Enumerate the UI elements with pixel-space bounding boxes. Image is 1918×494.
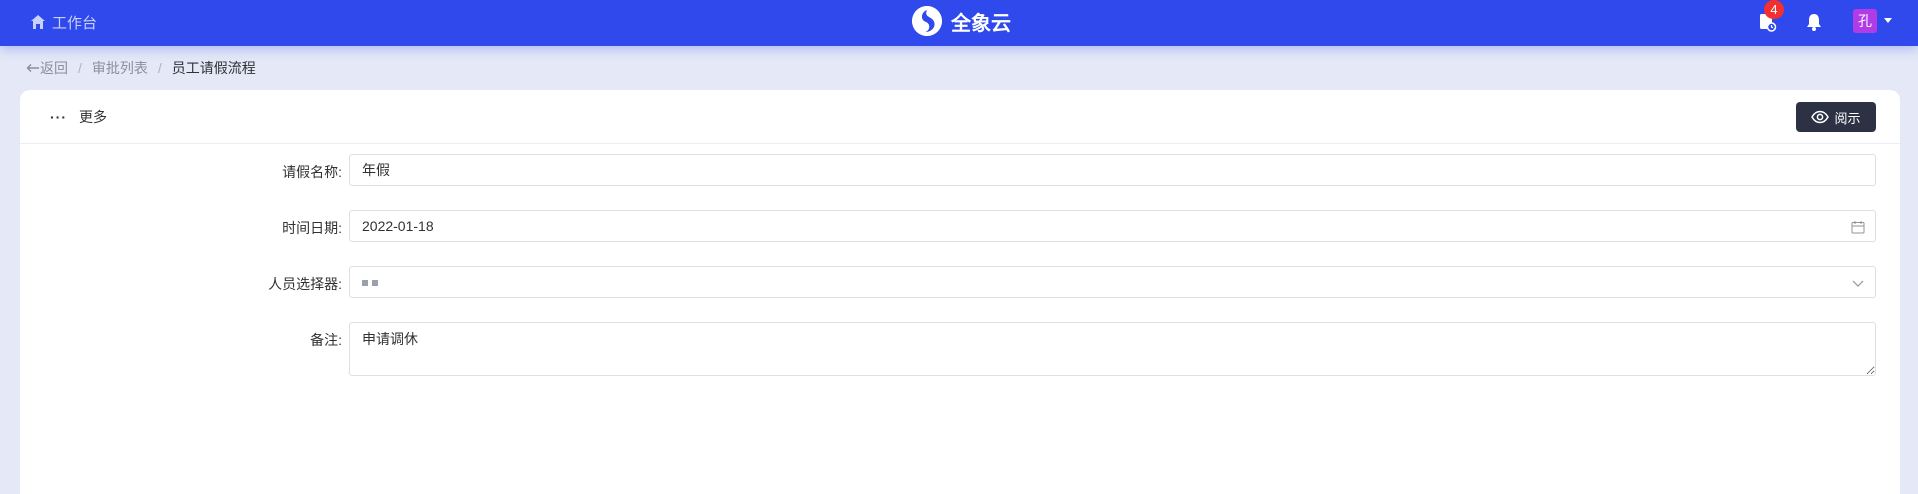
leave-name-input[interactable] — [349, 154, 1876, 186]
workbench-label: 工作台 — [52, 14, 98, 32]
view-label: 阅示 — [1834, 110, 1861, 126]
breadcrumb-separator: / — [157, 60, 162, 76]
date-value: 2022-01-18 — [362, 218, 434, 234]
breadcrumb-separator: / — [78, 60, 82, 76]
person-placeholder-icon — [362, 274, 382, 290]
date-label: 时间日期: — [282, 220, 342, 236]
breadcrumb-current: 员工请假流程 — [171, 60, 256, 76]
back-link[interactable]: 返回 — [26, 58, 68, 78]
avatar[interactable]: 孔 — [1853, 9, 1877, 33]
brand: 全象云 — [912, 5, 1011, 37]
notification-badge: 4 — [1764, 0, 1784, 19]
calendar-icon — [1851, 221, 1865, 234]
remark-textarea[interactable]: 申请调休 — [349, 322, 1876, 376]
card-header: ··· 更多 阅示 — [20, 90, 1900, 144]
person-label: 人员选择器: — [268, 276, 342, 292]
chevron-down-icon[interactable] — [1882, 14, 1894, 26]
person-select[interactable] — [349, 266, 1876, 298]
date-picker[interactable]: 2022-01-18 — [349, 210, 1876, 242]
back-label: 返回 — [40, 60, 68, 76]
arrow-left-icon — [26, 64, 39, 72]
remark-label: 备注: — [310, 332, 342, 348]
brand-logo-icon — [912, 6, 942, 36]
breadcrumb-approval-list[interactable]: 审批列表 — [92, 58, 148, 78]
more-button[interactable]: ··· 更多 — [50, 106, 107, 128]
breadcrumb: 返回 / 审批列表 / 员工请假流程 — [26, 58, 256, 78]
chevron-down-icon — [1852, 280, 1864, 287]
leave-name-label: 请假名称: — [282, 164, 342, 180]
more-icon: ··· — [50, 109, 67, 125]
view-button[interactable]: 阅示 — [1796, 102, 1876, 132]
workbench-link[interactable]: 工作台 — [30, 11, 97, 33]
more-label: 更多 — [79, 109, 107, 125]
brand-name: 全象云 — [951, 12, 1011, 35]
form-card: ··· 更多 阅示 请假名称: 时间日期: 2022-01-18 人员选择器: — [20, 90, 1900, 494]
top-bar: 工作台 全象云 4 孔 — [0, 0, 1918, 46]
bell-icon[interactable] — [1803, 11, 1825, 33]
home-icon — [31, 15, 45, 29]
eye-icon — [1811, 110, 1830, 124]
